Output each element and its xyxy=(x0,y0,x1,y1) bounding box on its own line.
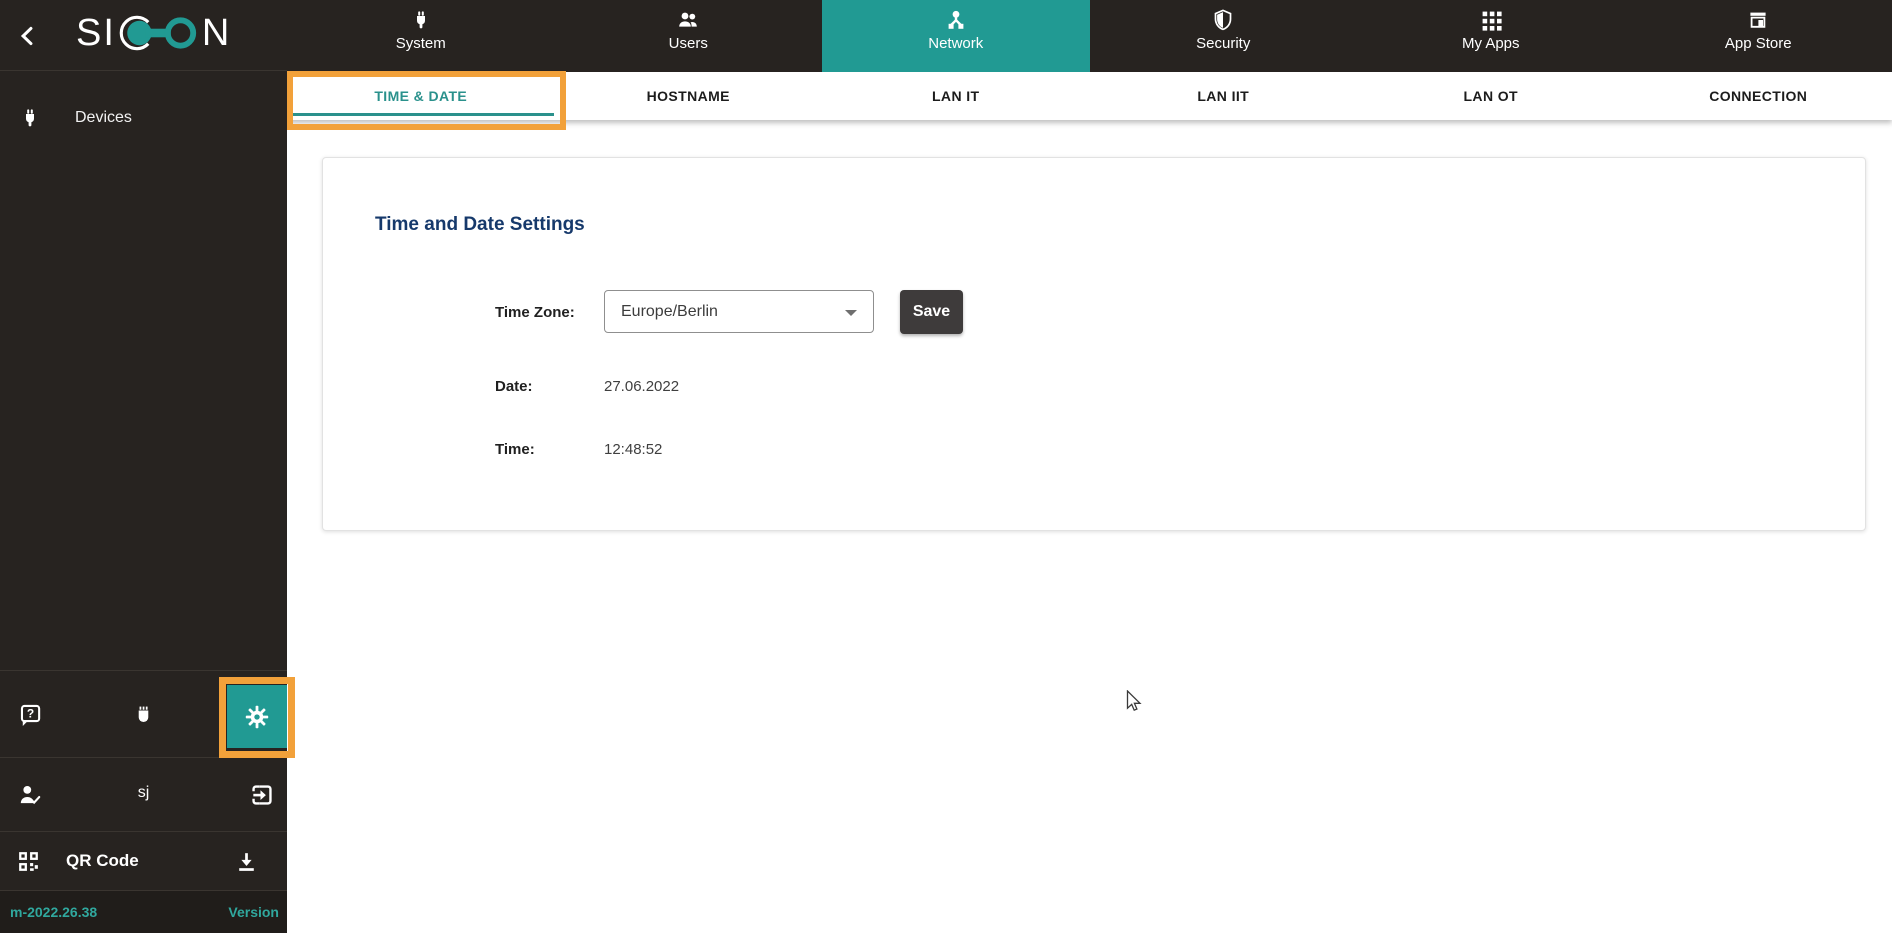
subtab-label: LAN IT xyxy=(931,88,980,104)
settings-button[interactable] xyxy=(227,685,287,748)
apps-grid-icon xyxy=(1482,11,1502,31)
chevron-down-icon xyxy=(845,310,857,316)
subtab-label: HOSTNAME xyxy=(646,88,730,104)
sidebar-bottom: ? sj QR Code m-2022.26.38 Version xyxy=(0,670,287,933)
version-value: m-2022.26.38 xyxy=(10,904,98,920)
chevron-left-icon xyxy=(20,26,33,46)
nav-tab-my-apps[interactable]: My Apps xyxy=(1357,0,1625,72)
nav-tab-label: My Apps xyxy=(1461,35,1520,52)
store-icon xyxy=(1750,12,1766,28)
subtab-label: CONNECTION xyxy=(1709,88,1808,104)
time-label: Time: xyxy=(495,441,535,458)
timezone-selected-value: Europe/Berlin xyxy=(621,302,718,320)
svg-text:?: ? xyxy=(27,707,34,721)
help-icon: ? xyxy=(20,704,41,726)
nav-tab-label: Users xyxy=(668,35,708,52)
time-date-settings-card: Time and Date Settings Time Zone: Europe… xyxy=(322,157,1866,531)
network-icon xyxy=(948,10,964,29)
download-button[interactable] xyxy=(234,849,259,874)
tab-hostname[interactable]: HOSTNAME xyxy=(555,72,823,120)
sidebar-tools-row: ? xyxy=(0,670,287,757)
nav-tab-system[interactable]: System xyxy=(287,0,555,72)
qr-button[interactable] xyxy=(16,849,41,874)
network-subtabs: TIME & DATE HOSTNAME LAN IT LAN IIT LAN … xyxy=(287,72,1892,120)
logo-text-si: SI xyxy=(76,12,116,54)
sidebar-user-row: sj xyxy=(0,757,287,831)
nav-tab-security[interactable]: Security xyxy=(1090,0,1358,72)
qr-code-icon xyxy=(19,852,38,871)
plug-icon xyxy=(25,109,34,127)
logo-circles-icon xyxy=(119,15,197,51)
tab-lan-ot[interactable]: LAN OT xyxy=(1357,72,1625,120)
date-value: 27.06.2022 xyxy=(604,378,680,395)
qr-code-label: QR Code xyxy=(66,851,139,870)
version-label: Version xyxy=(228,904,279,920)
tab-connection[interactable]: CONNECTION xyxy=(1625,72,1892,120)
sicon-logo: SI N xyxy=(76,10,231,56)
nav-tab-network[interactable]: Network xyxy=(822,0,1090,72)
nav-tab-label: App Store xyxy=(1724,35,1792,52)
timezone-row: Time Zone: Europe/Berlin Save xyxy=(323,290,1865,334)
date-label: Date: xyxy=(495,378,533,395)
subtab-label: LAN OT xyxy=(1463,88,1518,104)
logout-button[interactable] xyxy=(249,782,275,808)
time-value: 12:48:52 xyxy=(604,441,663,458)
usb-device-icon xyxy=(138,706,149,722)
subtab-label: LAN IIT xyxy=(1197,88,1250,104)
logout-icon xyxy=(252,785,272,805)
sidebar-item-devices[interactable]: Devices xyxy=(0,94,287,142)
subtab-label: TIME & DATE xyxy=(374,88,468,104)
gear-icon xyxy=(245,705,269,728)
username-label: sj xyxy=(137,784,150,801)
shield-icon xyxy=(1214,9,1232,31)
time-row: Time: 12:48:52 xyxy=(323,441,1865,461)
top-navigation: System Users Network Security My Apps Ap… xyxy=(287,0,1892,72)
tab-time-date[interactable]: TIME & DATE xyxy=(287,72,555,120)
tab-lan-iit[interactable]: LAN IIT xyxy=(1090,72,1358,120)
active-tab-indicator xyxy=(288,113,554,116)
timezone-label: Time Zone: xyxy=(495,304,575,321)
save-button[interactable]: Save xyxy=(900,290,963,334)
users-icon xyxy=(679,12,698,27)
nav-tab-label: Network xyxy=(928,35,984,52)
tab-lan-it[interactable]: LAN IT xyxy=(822,72,1090,120)
logo-text-n: N xyxy=(201,12,232,54)
sidebar-item-label: Devices xyxy=(75,109,132,126)
nav-tab-app-store[interactable]: App Store xyxy=(1625,0,1892,72)
main-content: Time and Date Settings Time Zone: Europe… xyxy=(287,120,1892,933)
sidebar: SI N Devices ? sj QR Code m-2022.26.38 V… xyxy=(0,0,287,933)
card-heading: Time and Date Settings xyxy=(375,214,585,235)
nav-tab-users[interactable]: Users xyxy=(555,0,823,72)
timezone-select[interactable]: Europe/Berlin xyxy=(604,290,874,333)
download-icon xyxy=(239,853,254,871)
sidebar-version-row: m-2022.26.38 Version xyxy=(0,890,287,933)
nav-tab-label: Security xyxy=(1196,35,1251,52)
device-connector-button[interactable] xyxy=(131,702,156,727)
date-row: Date: 27.06.2022 xyxy=(323,378,1865,398)
logo-row: SI N xyxy=(0,0,287,71)
nav-tab-label: System xyxy=(395,35,446,52)
back-button[interactable] xyxy=(14,22,42,50)
sidebar-qr-row: QR Code xyxy=(0,831,287,890)
plug-icon xyxy=(416,11,425,29)
help-button[interactable]: ? xyxy=(18,702,43,727)
